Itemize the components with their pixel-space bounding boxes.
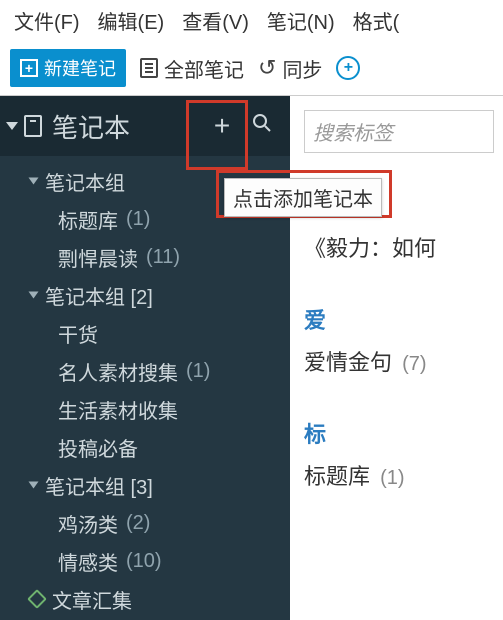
- sync-button[interactable]: ↻ 同步: [258, 54, 322, 83]
- search-tag-input[interactable]: 搜索标签: [304, 110, 494, 153]
- sidebar-title: 笔记本: [52, 108, 130, 145]
- search-notebook-button[interactable]: [242, 112, 282, 140]
- tree-group[interactable]: 笔记本组 [2]: [0, 276, 290, 314]
- pin-icon: [27, 589, 47, 609]
- menu-file[interactable]: 文件(F): [14, 6, 80, 35]
- chevron-down-icon[interactable]: [6, 122, 18, 130]
- tree-item[interactable]: 干货: [0, 314, 290, 352]
- tree-item[interactable]: 投稿必备: [0, 428, 290, 466]
- notebook-icon: [24, 115, 42, 137]
- tag-section-heading: 爱: [304, 303, 503, 335]
- tree-item[interactable]: 情感类 (10): [0, 542, 290, 580]
- sidebar-header: 笔记本 +: [0, 96, 290, 156]
- sync-label: 同步: [282, 54, 322, 83]
- main-panel: 搜索标签 《 《毅力：如何 爱 爱情金句 (7) 标 标题库 (1): [290, 96, 503, 620]
- menu-view[interactable]: 查看(V): [182, 6, 249, 35]
- tree-item[interactable]: 鸡汤类 (2): [0, 504, 290, 542]
- all-notes-label: 全部笔记: [164, 54, 244, 83]
- tree-item[interactable]: 剽悍晨读 (11): [0, 238, 290, 276]
- notebook-tree: 笔记本组 标题库 (1) 剽悍晨读 (11) 笔记本组 [2] 干货 名人素材搜…: [0, 156, 290, 620]
- sync-icon: ↻: [258, 55, 276, 81]
- menu-bar: 文件(F) 编辑(E) 查看(V) 笔记(N) 格式(: [0, 0, 503, 45]
- new-note-label: 新建笔记: [44, 55, 116, 81]
- search-icon: [252, 113, 272, 133]
- add-button[interactable]: +: [336, 56, 360, 80]
- tree-item[interactable]: 名人素材搜集 (1): [0, 352, 290, 390]
- tag-item[interactable]: 标题库 (1): [304, 459, 503, 491]
- tag-item[interactable]: 爱情金句 (7): [304, 345, 503, 377]
- tree-item[interactable]: 生活素材收集: [0, 390, 290, 428]
- chevron-down-icon: [29, 482, 39, 489]
- book-title[interactable]: 《毅力：如何: [304, 231, 503, 263]
- tree-group[interactable]: 笔记本组 [3]: [0, 466, 290, 504]
- all-notes-icon: [140, 58, 158, 78]
- plus-circle-icon: +: [336, 56, 360, 80]
- add-notebook-tooltip: 点击添加笔记本: [224, 178, 382, 217]
- menu-note[interactable]: 笔记(N): [267, 6, 335, 35]
- chevron-down-icon: [29, 292, 39, 299]
- chevron-down-icon: [29, 178, 39, 185]
- add-notebook-button[interactable]: +: [202, 110, 242, 142]
- menu-format[interactable]: 格式(: [353, 6, 400, 35]
- toolbar: + 新建笔记 全部笔记 ↻ 同步 +: [0, 45, 503, 96]
- plus-square-icon: +: [20, 59, 38, 77]
- tag-section-heading: 标: [304, 417, 503, 449]
- tree-pinned-item[interactable]: 文章汇集: [0, 580, 290, 618]
- all-notes-button[interactable]: 全部笔记: [140, 54, 244, 83]
- new-note-button[interactable]: + 新建笔记: [10, 49, 126, 87]
- menu-edit[interactable]: 编辑(E): [98, 6, 165, 35]
- sidebar: 笔记本 + 笔记本组 标题库 (1) 剽悍晨读 (11): [0, 96, 290, 620]
